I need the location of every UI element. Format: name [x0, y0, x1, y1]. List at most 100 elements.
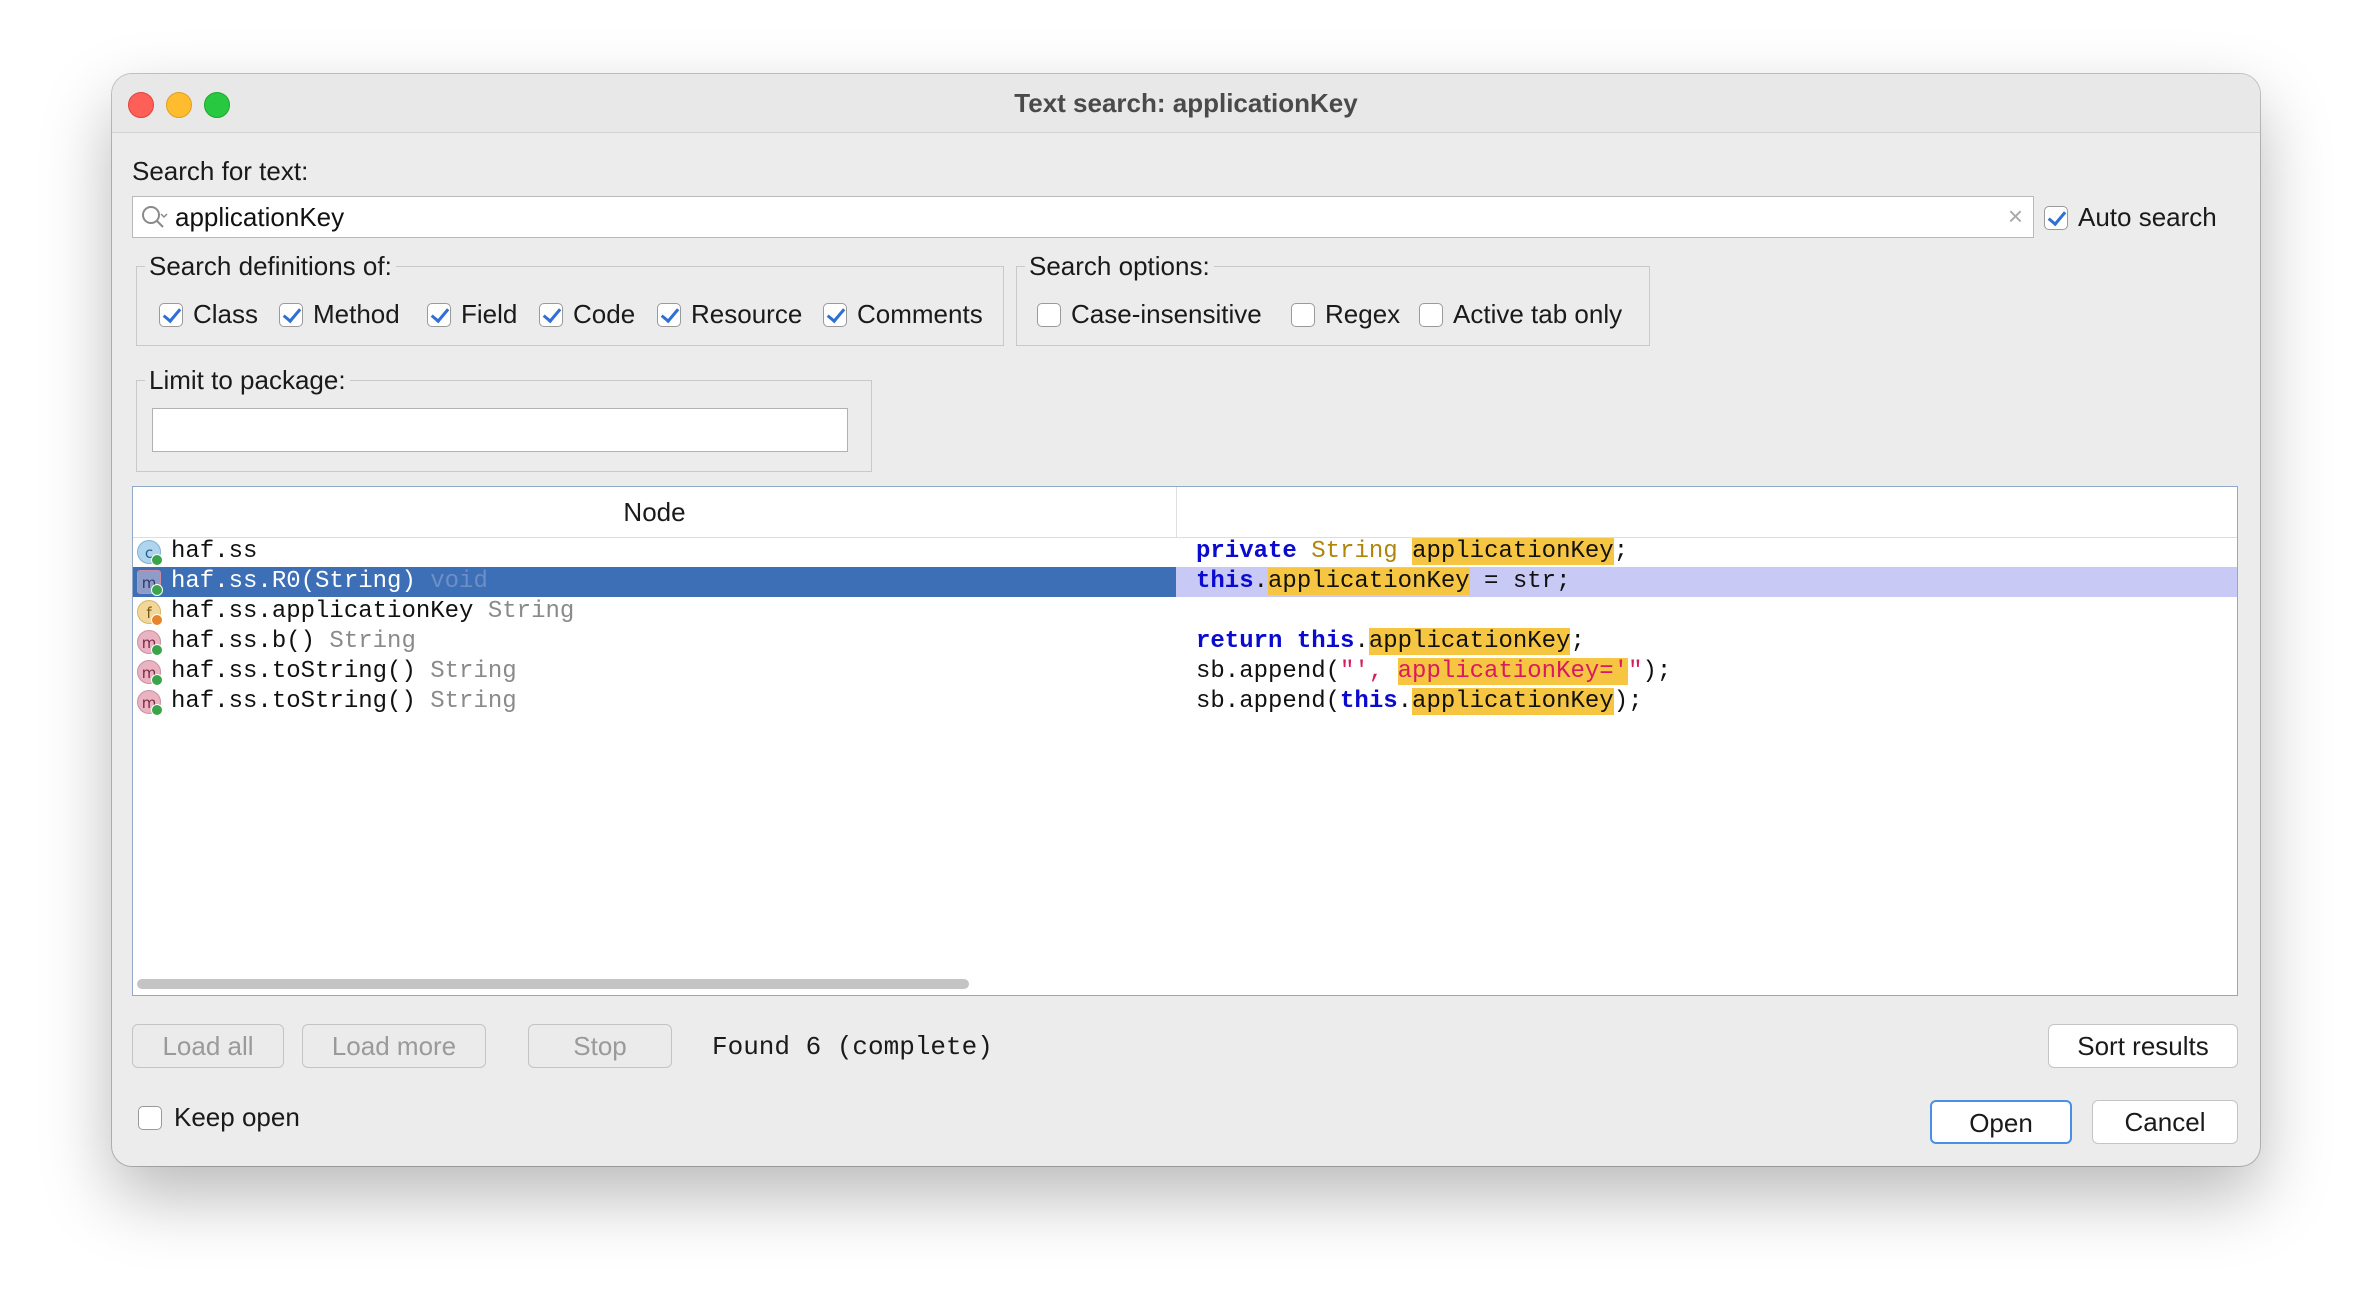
method-icon: m — [137, 660, 163, 686]
code-token: sb.append( — [1196, 658, 1341, 685]
class-icon: c — [137, 540, 163, 566]
package-title: Limit to package: — [145, 365, 350, 396]
result-node-cell[interactable]: m haf.ss.b() String — [133, 627, 1176, 657]
code-token: . — [1354, 628, 1369, 655]
stop-button[interactable]: Stop — [528, 1024, 672, 1068]
result-node-cell[interactable]: m haf.ss.toString() String — [133, 657, 1176, 687]
code-snippet: this.applicationKey = str; — [1196, 568, 1570, 595]
result-code-cell[interactable]: sb.append(this.applicationKey); — [1176, 687, 2237, 717]
result-code-cell[interactable]: sb.append("', applicationKey='"); — [1176, 657, 2237, 687]
search-dialog: Text search: applicationKey Search for t… — [112, 74, 2260, 1166]
definition-method-label: Method — [313, 299, 400, 329]
node-name: haf.ss.toString() — [171, 658, 416, 685]
node-name: haf.ss.applicationKey — [171, 598, 474, 625]
field-icon: f — [137, 600, 163, 626]
result-node-text: haf.ss.b() String — [171, 628, 416, 655]
definitions-title: Search definitions of: — [145, 251, 396, 282]
code-token: this — [1296, 628, 1355, 655]
result-row[interactable]: m haf.ss.toString() String sb.append("', a… — [133, 657, 2237, 687]
code-token: return — [1196, 628, 1283, 655]
load-more-button[interactable]: Load more — [302, 1024, 486, 1068]
code-column-header[interactable] — [1177, 487, 2237, 537]
result-row[interactable]: m haf.ss.R0(String) void this.applicationK… — [133, 567, 2237, 597]
result-row[interactable]: m haf.ss.b() String return this.applicatio… — [133, 627, 2237, 657]
results-table[interactable]: Node c haf.ss private String applicationKe… — [132, 486, 2238, 996]
definition-comments-checkbox[interactable] — [823, 303, 847, 327]
node-name: haf.ss.b() — [171, 628, 316, 655]
status-text: Found 6 (complete) — [712, 1032, 993, 1062]
access-badge-icon — [151, 644, 163, 656]
package-text-input[interactable] — [153, 409, 851, 453]
result-node-cell[interactable]: m haf.ss.R0(String) void — [133, 567, 1176, 597]
definition-method-checkbox[interactable] — [279, 303, 303, 327]
definition-comments-label: Comments — [857, 299, 983, 329]
clear-icon[interactable]: × — [2008, 201, 2023, 232]
result-node-cell[interactable]: m haf.ss.toString() String — [133, 687, 1176, 717]
code-token: ; — [1570, 628, 1585, 655]
result-node-text: haf.ss.R0(String) void — [171, 568, 488, 595]
node-type: String — [315, 628, 416, 655]
code-snippet: sb.append("', applicationKey='"); — [1196, 658, 1671, 685]
result-node-cell[interactable]: f haf.ss.applicationKey String — [133, 597, 1176, 627]
definition-resource-label: Resource — [691, 299, 803, 329]
results-header: Node — [133, 487, 2237, 538]
result-code-cell[interactable] — [1176, 597, 2237, 627]
sort-results-button[interactable]: Sort results — [2048, 1024, 2238, 1068]
auto-search-checkbox[interactable] — [2044, 206, 2068, 230]
code-token: private — [1196, 538, 1297, 565]
result-node-cell[interactable]: c haf.ss — [133, 537, 1176, 567]
option-active-tab-only-checkbox[interactable] — [1419, 303, 1443, 327]
code-token: applicationKey — [1412, 688, 1614, 715]
result-node-text: haf.ss.toString() String — [171, 658, 517, 685]
node-type: String — [415, 688, 517, 715]
definition-field-checkbox[interactable] — [427, 303, 451, 327]
options-group: Search options: Case-insensitive Regex Act… — [1016, 251, 1650, 346]
title-bar: Text search: applicationKey — [112, 74, 2260, 133]
code-token: ; — [1613, 538, 1629, 565]
definition-resource-checkbox[interactable] — [657, 303, 681, 327]
result-row[interactable]: f haf.ss.applicationKey String — [133, 597, 2237, 627]
definition-code-checkbox[interactable] — [539, 303, 563, 327]
search-icon — [142, 206, 168, 228]
node-name: haf.ss.toString() — [171, 688, 416, 715]
cancel-button[interactable]: Cancel — [2092, 1100, 2238, 1144]
method-icon: m — [137, 570, 163, 596]
definitions-group: Search definitions of: Class Method Field C… — [136, 251, 1004, 346]
result-code-cell[interactable]: this.applicationKey = str; — [1176, 567, 2237, 597]
horizontal-scrollbar[interactable] — [137, 979, 969, 989]
definition-code-label: Code — [573, 299, 636, 329]
result-node-text: haf.ss.toString() String — [171, 688, 517, 715]
window-title: Text search: applicationKey — [1014, 88, 1358, 118]
option-case-insensitive-label: Case-insensitive — [1071, 299, 1262, 329]
node-column-header[interactable]: Node — [133, 487, 1177, 537]
package-input[interactable] — [152, 408, 851, 453]
node-name: haf.ss.R0(String) — [171, 568, 416, 595]
load-all-button[interactable]: Load all — [132, 1024, 284, 1068]
keep-open-checkbox[interactable] — [138, 1106, 162, 1130]
result-row[interactable]: c haf.ss private String applicationKey; — [133, 537, 2237, 567]
code-snippet: sb.append(this.applicationKey); — [1196, 688, 1643, 715]
access-badge-icon — [151, 674, 163, 686]
code-token: ); — [1642, 658, 1672, 685]
result-row[interactable]: m haf.ss.toString() String sb.append(this.… — [133, 687, 2237, 717]
option-case-insensitive-checkbox[interactable] — [1037, 303, 1061, 327]
option-regex-checkbox[interactable] — [1291, 303, 1315, 327]
open-button[interactable]: Open — [1930, 1100, 2072, 1144]
search-field[interactable]: × — [132, 196, 2034, 238]
result-code-cell[interactable]: return this.applicationKey; — [1176, 627, 2237, 657]
code-token: " — [1628, 658, 1643, 685]
result-node-text: haf.ss.applicationKey String — [171, 598, 574, 625]
result-code-cell[interactable]: private String applicationKey; — [1176, 537, 2237, 567]
node-type: String — [415, 658, 517, 685]
definition-class-checkbox[interactable] — [159, 303, 183, 327]
code-token: applicationKey — [1268, 568, 1470, 595]
search-input[interactable] — [175, 199, 1975, 235]
code-token: ); — [1613, 688, 1643, 715]
code-token: = str; — [1469, 568, 1571, 595]
node-type: void — [415, 568, 488, 595]
method-icon: m — [137, 690, 163, 716]
code-token: this — [1340, 688, 1398, 715]
